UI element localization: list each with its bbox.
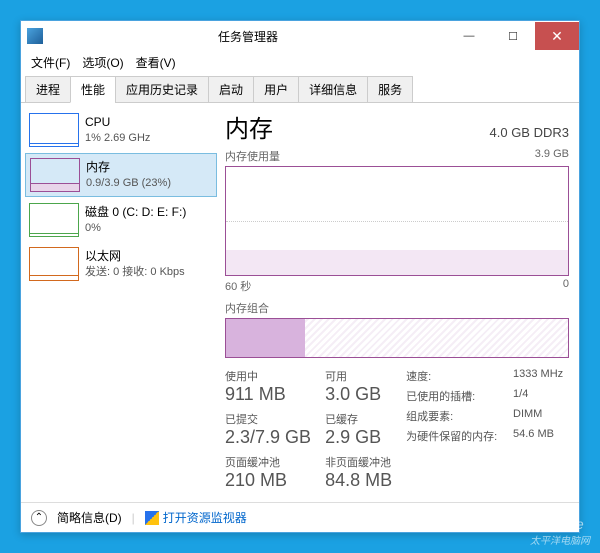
form-value: DIMM xyxy=(513,408,569,424)
tabs: 进程 性能 应用历史记录 启动 用户 详细信息 服务 xyxy=(21,75,579,103)
avail-value: 3.0 GB xyxy=(325,384,392,405)
sidebar-item-memory[interactable]: 内存0.9/3.9 GB (23%) xyxy=(25,153,217,197)
menu-options[interactable]: 选项(O) xyxy=(76,52,129,73)
speed-label: 速度: xyxy=(406,368,503,384)
tab-history[interactable]: 应用历史记录 xyxy=(115,76,209,103)
cpu-thumb xyxy=(29,113,79,147)
task-manager-window: 任务管理器 — ☐ ✕ 文件(F) 选项(O) 查看(V) 进程 性能 应用历史… xyxy=(20,20,580,533)
inuse-value: 911 MB xyxy=(225,384,311,405)
maximize-button[interactable]: ☐ xyxy=(491,22,535,50)
app-icon xyxy=(27,28,43,44)
memory-composition-chart xyxy=(225,318,569,358)
committed-value: 2.3/7.9 GB xyxy=(225,427,311,448)
minimize-button[interactable]: — xyxy=(447,22,491,50)
nonpaged-label: 非页面缓冲池 xyxy=(325,454,392,470)
shield-icon xyxy=(145,511,159,525)
sidebar-item-disk[interactable]: 磁盘 0 (C: D: E: F:)0% xyxy=(25,199,217,241)
slots-label: 已使用的插槽: xyxy=(406,388,503,404)
hw-label: 为硬件保留的内存: xyxy=(406,428,503,444)
composition-label: 内存组合 xyxy=(225,300,269,316)
usage-label: 内存使用量 xyxy=(225,148,280,164)
menubar: 文件(F) 选项(O) 查看(V) xyxy=(21,51,579,73)
ethernet-thumb xyxy=(29,247,79,281)
hw-value: 54.6 MB xyxy=(513,428,569,444)
speed-value: 1333 MHz xyxy=(513,368,569,384)
disk-sub: 0% xyxy=(85,221,186,235)
cached-label: 已缓存 xyxy=(325,411,392,427)
disk-thumb xyxy=(29,203,79,237)
axis-left: 60 秒 xyxy=(225,278,251,294)
paged-label: 页面缓冲池 xyxy=(225,454,311,470)
close-button[interactable]: ✕ xyxy=(535,22,579,50)
ethernet-label: 以太网 xyxy=(85,249,185,265)
titlebar[interactable]: 任务管理器 — ☐ ✕ xyxy=(21,21,579,51)
body: CPU1% 2.69 GHz 内存0.9/3.9 GB (23%) 磁盘 0 (… xyxy=(21,103,579,502)
main-panel: 内存 4.0 GB DDR3 内存使用量 3.9 GB 60 秒 0 内存组合 使用… xyxy=(221,103,579,502)
cpu-sub: 1% 2.69 GHz xyxy=(85,131,150,145)
cached-value: 2.9 GB xyxy=(325,427,392,448)
memory-sub: 0.9/3.9 GB (23%) xyxy=(86,176,171,190)
chevron-up-icon[interactable]: ⌃ xyxy=(31,510,47,526)
page-title: 内存 xyxy=(225,109,273,144)
tab-startup[interactable]: 启动 xyxy=(208,76,254,103)
sidebar: CPU1% 2.69 GHz 内存0.9/3.9 GB (23%) 磁盘 0 (… xyxy=(21,103,221,502)
slots-value: 1/4 xyxy=(513,388,569,404)
menu-file[interactable]: 文件(F) xyxy=(25,52,76,73)
resource-monitor-link[interactable]: 打开资源监视器 xyxy=(145,509,247,526)
committed-label: 已提交 xyxy=(225,411,311,427)
tab-services[interactable]: 服务 xyxy=(367,76,413,103)
tab-users[interactable]: 用户 xyxy=(253,76,299,103)
footer: ⌃ 简略信息(D) | 打开资源监视器 xyxy=(21,502,579,532)
tab-details[interactable]: 详细信息 xyxy=(298,76,368,103)
sidebar-item-cpu[interactable]: CPU1% 2.69 GHz xyxy=(25,109,217,151)
disk-label: 磁盘 0 (C: D: E: F:) xyxy=(85,205,186,221)
sidebar-item-ethernet[interactable]: 以太网发送: 0 接收: 0 Kbps xyxy=(25,243,217,285)
cpu-label: CPU xyxy=(85,115,150,131)
memory-thumb xyxy=(30,158,80,192)
usage-max: 3.9 GB xyxy=(535,148,569,164)
avail-label: 可用 xyxy=(325,368,392,384)
tab-performance[interactable]: 性能 xyxy=(70,76,116,103)
axis-right: 0 xyxy=(563,278,569,294)
nonpaged-value: 84.8 MB xyxy=(325,470,392,491)
simple-info-button[interactable]: 简略信息(D) xyxy=(57,509,122,526)
memory-usage-chart xyxy=(225,166,569,276)
inuse-label: 使用中 xyxy=(225,368,311,384)
window-title: 任务管理器 xyxy=(49,28,447,45)
tab-processes[interactable]: 进程 xyxy=(25,76,71,103)
paged-value: 210 MB xyxy=(225,470,311,491)
menu-view[interactable]: 查看(V) xyxy=(130,52,182,73)
memory-label: 内存 xyxy=(86,160,171,176)
form-label: 组成要素: xyxy=(406,408,503,424)
memory-spec: 4.0 GB DDR3 xyxy=(490,125,569,140)
ethernet-sub: 发送: 0 接收: 0 Kbps xyxy=(85,265,185,279)
